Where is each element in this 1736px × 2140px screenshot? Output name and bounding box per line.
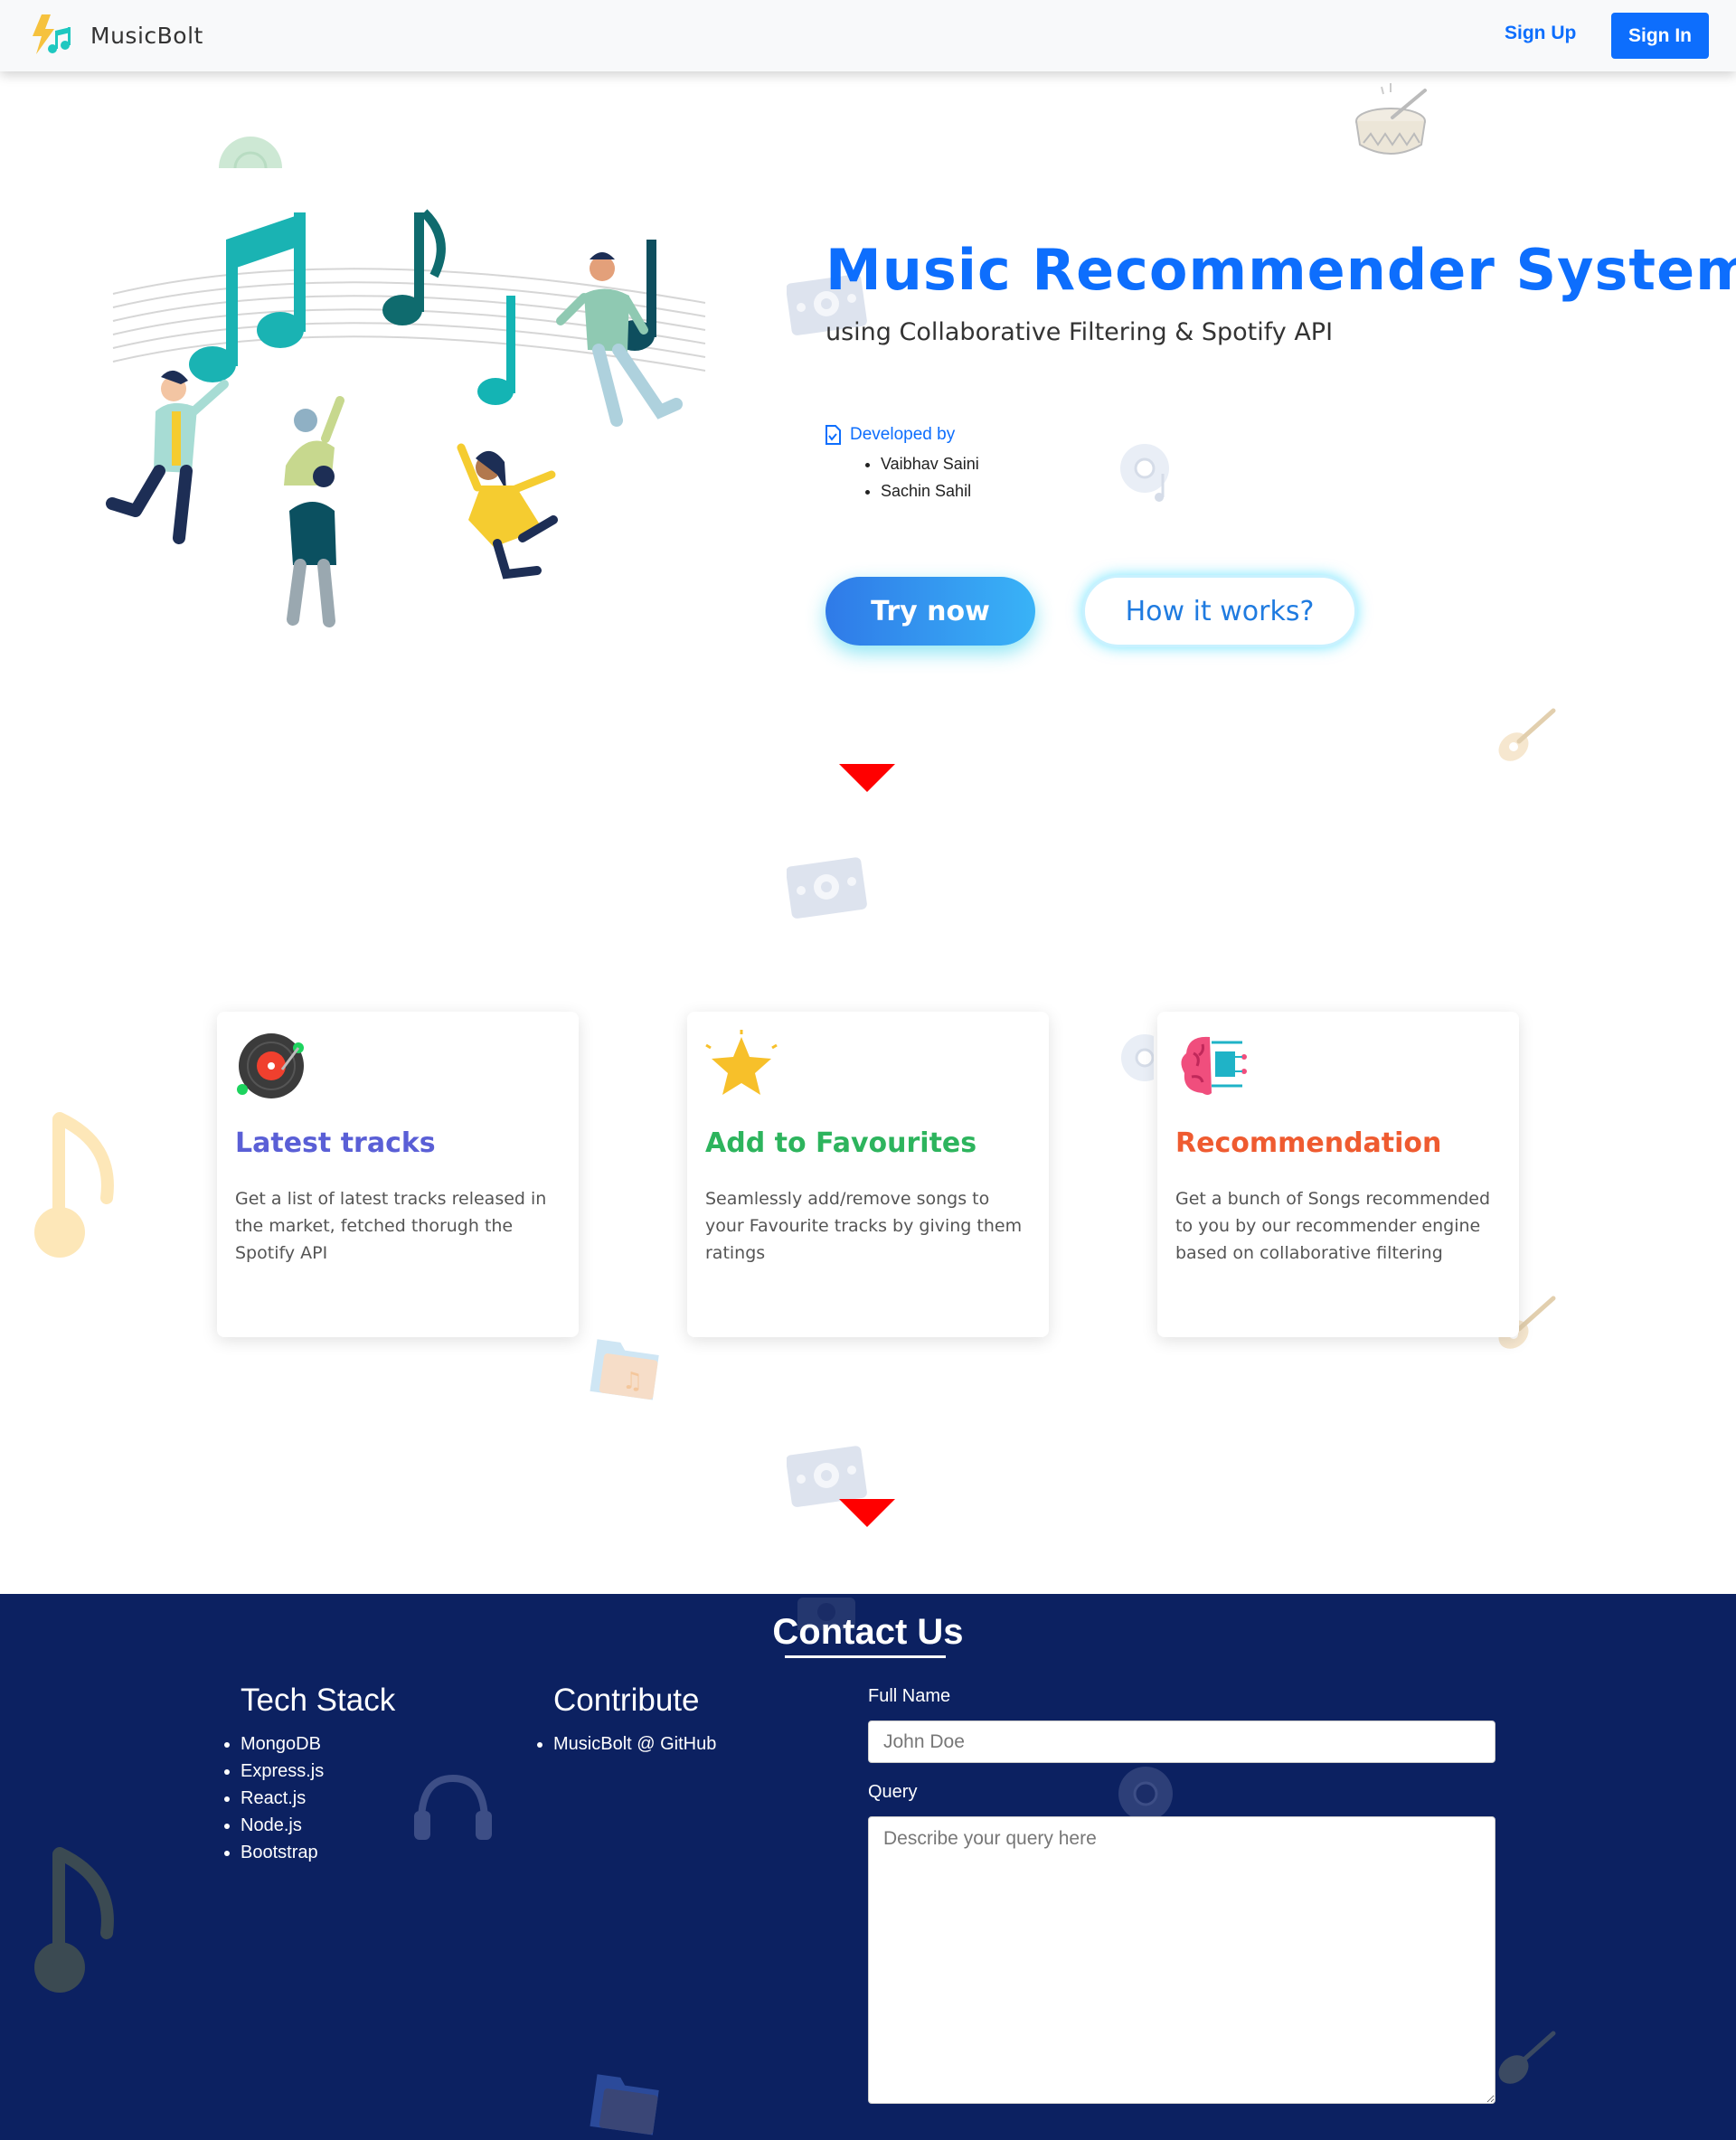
svg-text:♫: ♫: [622, 1368, 643, 1395]
sign-up-link[interactable]: Sign Up: [1505, 23, 1576, 44]
card-title: Recommendation: [1175, 1127, 1442, 1159]
contribute-list: MusicBolt @ GitHub: [535, 1730, 716, 1758]
feature-card-add-favourites: Add to Favourites Seamlessly add/remove …: [687, 1012, 1049, 1337]
brand[interactable]: MusicBolt: [29, 13, 203, 58]
contact-underline: [785, 1655, 946, 1658]
full-name-label: Full Name: [868, 1686, 951, 1706]
green-disc-icon: [219, 137, 282, 168]
headphones-icon: [414, 1774, 492, 1840]
tech-stack-title: Tech Stack: [241, 1683, 396, 1718]
music-note-icon: [34, 1847, 114, 1993]
hero-subtitle: using Collaborative Filtering & Spotify …: [826, 318, 1334, 346]
star-icon: [705, 1030, 778, 1095]
developer-item: Sachin Sahil: [881, 477, 979, 504]
music-folder-icon: ♫: [590, 1339, 659, 1400]
tech-stack-item: React.js: [241, 1785, 324, 1812]
music-note-icon: [34, 1112, 114, 1258]
hero-title: Music Recommender System: [826, 237, 1736, 303]
tech-stack-item: Express.js: [241, 1758, 324, 1785]
feature-card-latest-tracks: Latest tracks Get a list of latest track…: [217, 1012, 579, 1337]
contact-us-title: Contact Us: [772, 1612, 964, 1652]
lightning-music-icon: [33, 14, 71, 54]
vinyl-record-icon: [237, 1033, 304, 1098]
card-title: Latest tracks: [235, 1127, 436, 1159]
contribute-title: Contribute: [553, 1683, 700, 1718]
how-it-works-button[interactable]: How it works?: [1082, 575, 1357, 647]
brain-circuit-icon: [1181, 1036, 1247, 1095]
card-text: Get a bunch of Songs recommended to you …: [1175, 1189, 1491, 1263]
drum-icon: [1355, 83, 1427, 155]
developer-list: Vaibhav Saini Sachin Sahil: [864, 450, 979, 504]
cd-note-icon: [1120, 444, 1169, 502]
brand-name: MusicBolt: [90, 22, 203, 49]
card-text: Seamlessly add/remove songs to your Favo…: [705, 1189, 1023, 1263]
try-now-button[interactable]: Try now: [826, 577, 1035, 646]
query-textarea[interactable]: [868, 1816, 1495, 2104]
card-title: Add to Favourites: [705, 1127, 977, 1159]
speaker-icon: [787, 857, 867, 919]
full-name-input[interactable]: [868, 1720, 1495, 1763]
developed-by-label: Developed by: [850, 425, 956, 444]
github-link[interactable]: MusicBolt @ GitHub: [553, 1730, 716, 1758]
dancing-people-illustration: [106, 209, 706, 627]
scroll-down-arrow-icon[interactable]: [839, 1499, 895, 1527]
sign-in-button[interactable]: Sign In: [1611, 13, 1709, 59]
tech-stack-item: MongoDB: [241, 1730, 324, 1758]
tech-stack-item: Node.js: [241, 1812, 324, 1839]
query-label: Query: [868, 1782, 918, 1802]
tech-stack-item: Bootstrap: [241, 1839, 324, 1866]
guitar-icon: [1498, 2031, 1556, 2084]
music-folder-icon: [590, 2074, 659, 2135]
feature-card-recommendation: Recommendation Get a bunch of Songs reco…: [1157, 1012, 1519, 1337]
card-text: Get a list of latest tracks released in …: [235, 1189, 547, 1263]
navbar: MusicBolt Sign Up Sign In: [0, 0, 1736, 71]
footer: Contact Us Tech Stack MongoDB Express.js…: [0, 1594, 1736, 2140]
developer-item: Vaibhav Saini: [881, 450, 979, 477]
tech-stack-list: MongoDB Express.js React.js Node.js Boot…: [222, 1730, 324, 1866]
cd-icon: [1121, 1034, 1154, 1081]
developed-by-heading: Developed by: [825, 425, 955, 445]
document-icon: [826, 425, 841, 445]
scroll-down-arrow-icon[interactable]: [839, 764, 895, 792]
guitar-icon: [1498, 708, 1556, 761]
